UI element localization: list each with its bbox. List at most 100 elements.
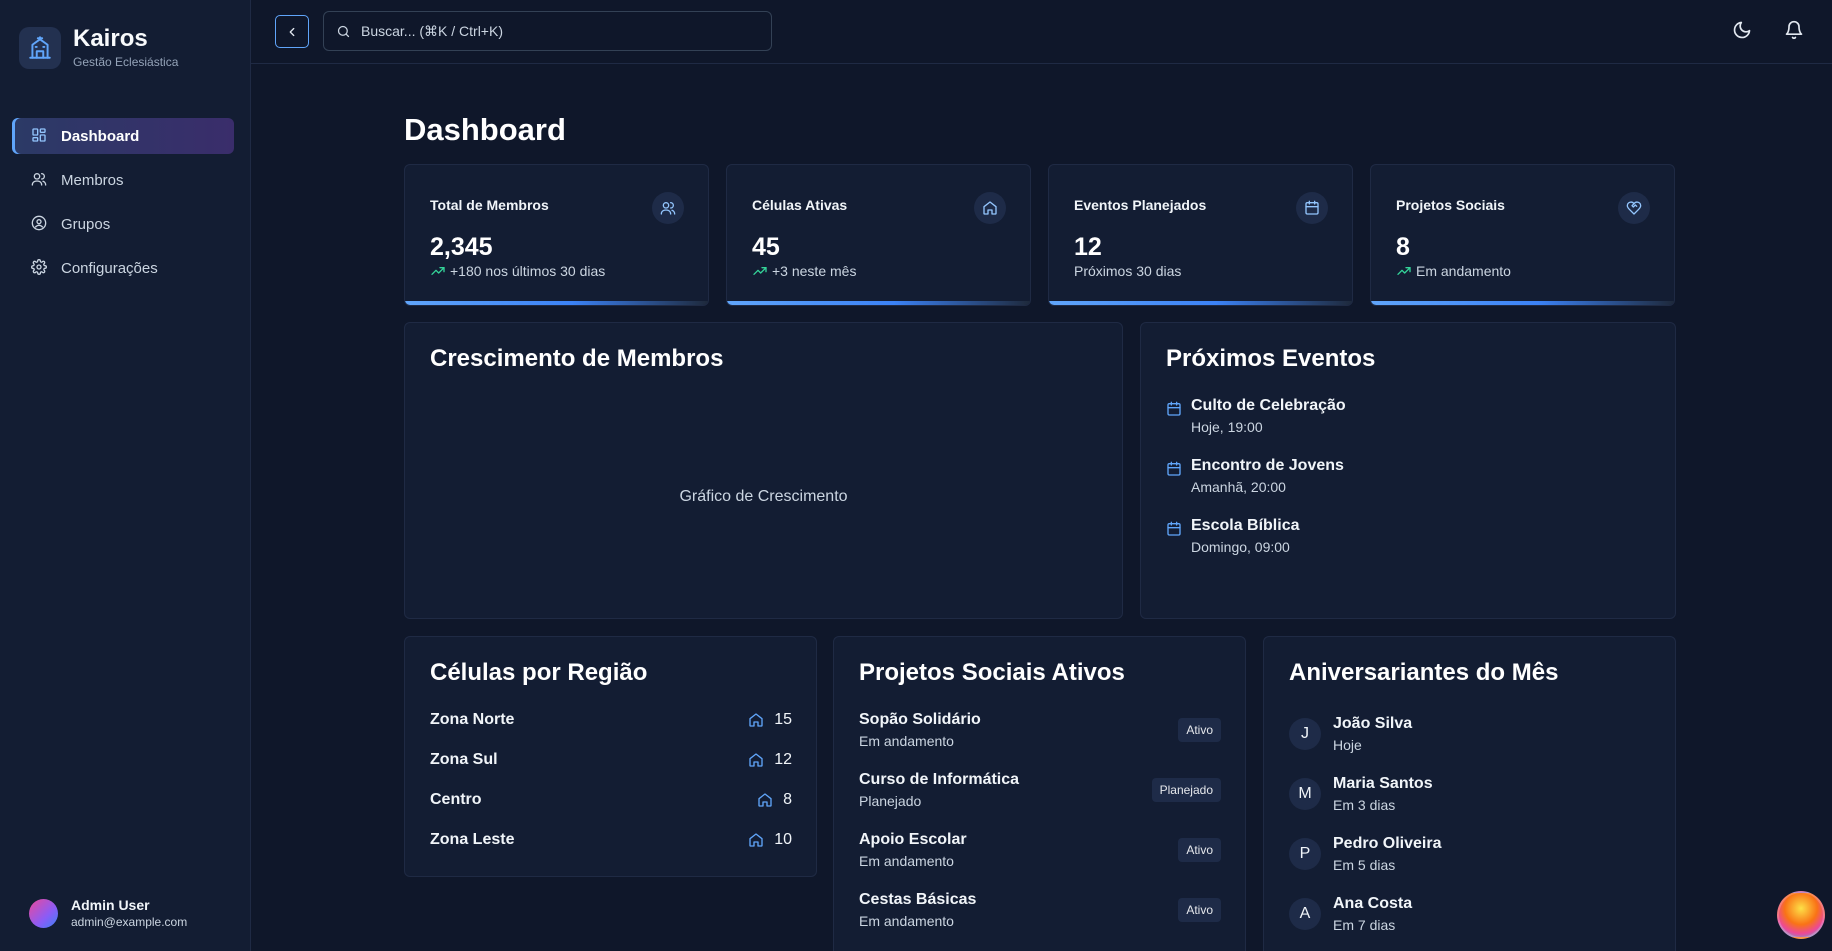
sidebar-item-configuracoes[interactable]: Configurações: [12, 250, 234, 286]
user-profile[interactable]: Admin User admin@example.com: [29, 897, 187, 929]
bell-icon[interactable]: [1784, 20, 1806, 42]
region-row[interactable]: Zona Leste 10: [430, 831, 792, 849]
home-icon: [748, 712, 764, 728]
stat-accent-bar: [1371, 301, 1674, 305]
birthday-item[interactable]: A Ana Costa Em 7 dias: [1289, 895, 1412, 933]
brand-subtitle: Gestão Eclesiástica: [73, 55, 179, 69]
birthday-when: Em 5 dias: [1333, 857, 1396, 873]
stat-accent-bar: [1049, 301, 1352, 305]
stat-sub: Em andamento: [1416, 263, 1511, 279]
region-row[interactable]: Zona Sul 12: [430, 751, 792, 769]
project-row[interactable]: Sopão Solidário Em andamento Ativo: [859, 711, 1221, 749]
avatar-initial: M: [1289, 778, 1321, 810]
regions-title: Células por Região: [430, 659, 648, 686]
birthdays-card: Aniversariantes do Mês J João Silva Hoje…: [1263, 636, 1676, 951]
sidebar-item-membros[interactable]: Membros: [12, 162, 234, 198]
birthday-name: João Silva: [1333, 715, 1413, 732]
project-row[interactable]: Cestas Básicas Em andamento Ativo: [859, 891, 1221, 929]
birthday-name: Maria Santos: [1333, 775, 1433, 792]
region-count: 15: [774, 711, 792, 728]
stat-label: Total de Membros: [430, 197, 549, 213]
status-badge: Ativo: [1178, 718, 1221, 742]
stat-accent-bar: [405, 301, 708, 305]
region-row[interactable]: Centro 8: [430, 791, 792, 809]
stat-card-membros: Total de Membros 2,345 +180 nos últimos …: [404, 164, 709, 306]
project-row[interactable]: Apoio Escolar Em andamento Ativo: [859, 831, 1221, 869]
calendar-icon: [1166, 401, 1182, 417]
church-logo-icon: [19, 26, 61, 69]
region-count: 10: [774, 831, 792, 848]
project-status-text: Em andamento: [859, 913, 954, 929]
topbar: [251, 0, 1832, 64]
stat-card-projetos: Projetos Sociais 8 Em andamento: [1370, 164, 1675, 306]
trending-up-icon: [430, 263, 446, 279]
projects-title: Projetos Sociais Ativos: [859, 659, 1125, 686]
stat-value: 12: [1074, 233, 1102, 261]
stat-value: 45: [752, 233, 780, 261]
stat-sub: +180 nos últimos 30 dias: [450, 263, 606, 279]
birthday-when: Em 7 dias: [1333, 917, 1396, 933]
search-box[interactable]: [323, 11, 772, 51]
birthday-when: Em 3 dias: [1333, 797, 1396, 813]
birthday-item[interactable]: J João Silva Hoje: [1289, 715, 1412, 753]
sidebar-nav: Dashboard Membros Grupos Configurações: [12, 118, 234, 294]
events-title: Próximos Eventos: [1166, 345, 1376, 372]
stat-label: Células Ativas: [752, 197, 848, 213]
trending-up-icon: [1396, 263, 1412, 279]
sidebar-item-dashboard[interactable]: Dashboard: [12, 118, 234, 154]
collapse-sidebar-button[interactable]: [275, 15, 309, 48]
events-card: Próximos Eventos Culto de Celebração Hoj…: [1140, 322, 1676, 619]
status-badge: Ativo: [1178, 838, 1221, 862]
project-status-text: Planejado: [859, 793, 922, 809]
project-name: Cestas Básicas: [859, 891, 977, 908]
sidebar-item-label: Grupos: [61, 215, 111, 233]
avatar-initial: A: [1289, 898, 1321, 930]
region-name: Zona Norte: [430, 711, 515, 728]
trending-up-icon: [752, 263, 768, 279]
search-icon: [336, 24, 351, 39]
search-input[interactable]: [361, 23, 761, 39]
calendar-icon: [1166, 461, 1182, 477]
region-count: 12: [774, 751, 792, 768]
home-icon: [748, 832, 764, 848]
event-item[interactable]: Encontro de Jovens Amanhã, 20:00: [1166, 457, 1344, 495]
avatar-initial: P: [1289, 838, 1321, 870]
stat-card-eventos: Eventos Planejados 12 Próximos 30 dias: [1048, 164, 1353, 306]
status-badge: Ativo: [1178, 898, 1221, 922]
birthday-item[interactable]: M Maria Santos Em 3 dias: [1289, 775, 1433, 813]
users-icon: [31, 171, 49, 189]
project-status-text: Em andamento: [859, 853, 954, 869]
region-name: Centro: [430, 791, 482, 808]
birthday-when: Hoje: [1333, 737, 1362, 753]
home-icon: [757, 792, 773, 808]
event-item[interactable]: Escola Bíblica Domingo, 09:00: [1166, 517, 1300, 555]
stat-label: Eventos Planejados: [1074, 197, 1207, 213]
brand[interactable]: Kairos Gestão Eclesiástica: [19, 26, 178, 69]
sidebar-item-label: Configurações: [61, 259, 158, 277]
stat-accent-bar: [727, 301, 1030, 305]
event-item[interactable]: Culto de Celebração Hoje, 19:00: [1166, 397, 1346, 435]
event-time: Domingo, 09:00: [1191, 539, 1290, 555]
brand-title: Kairos: [73, 25, 148, 52]
event-name: Culto de Celebração: [1191, 397, 1346, 414]
sidebar-item-grupos[interactable]: Grupos: [12, 206, 234, 242]
calendar-icon: [1166, 521, 1182, 537]
birthday-name: Ana Costa: [1333, 895, 1413, 912]
project-row[interactable]: Curso de Informática Planejado Planejado: [859, 771, 1221, 809]
project-name: Curso de Informática: [859, 771, 1020, 788]
stat-value: 8: [1396, 233, 1410, 261]
floating-assistant-avatar[interactable]: [1777, 891, 1825, 939]
user-name: Admin User: [71, 897, 150, 913]
region-row[interactable]: Zona Norte 15: [430, 711, 792, 729]
avatar: [29, 898, 58, 928]
stat-label: Projetos Sociais: [1396, 197, 1505, 213]
stat-sub: Próximos 30 dias: [1074, 263, 1182, 279]
stat-value: 2,345: [430, 233, 493, 261]
gear-icon: [31, 259, 49, 277]
calendar-icon: [1296, 192, 1328, 224]
birthday-item[interactable]: P Pedro Oliveira Em 5 dias: [1289, 835, 1442, 873]
event-time: Amanhã, 20:00: [1191, 479, 1286, 495]
status-badge: Planejado: [1151, 778, 1221, 802]
moon-icon[interactable]: [1732, 20, 1754, 42]
region-count: 8: [783, 791, 792, 808]
